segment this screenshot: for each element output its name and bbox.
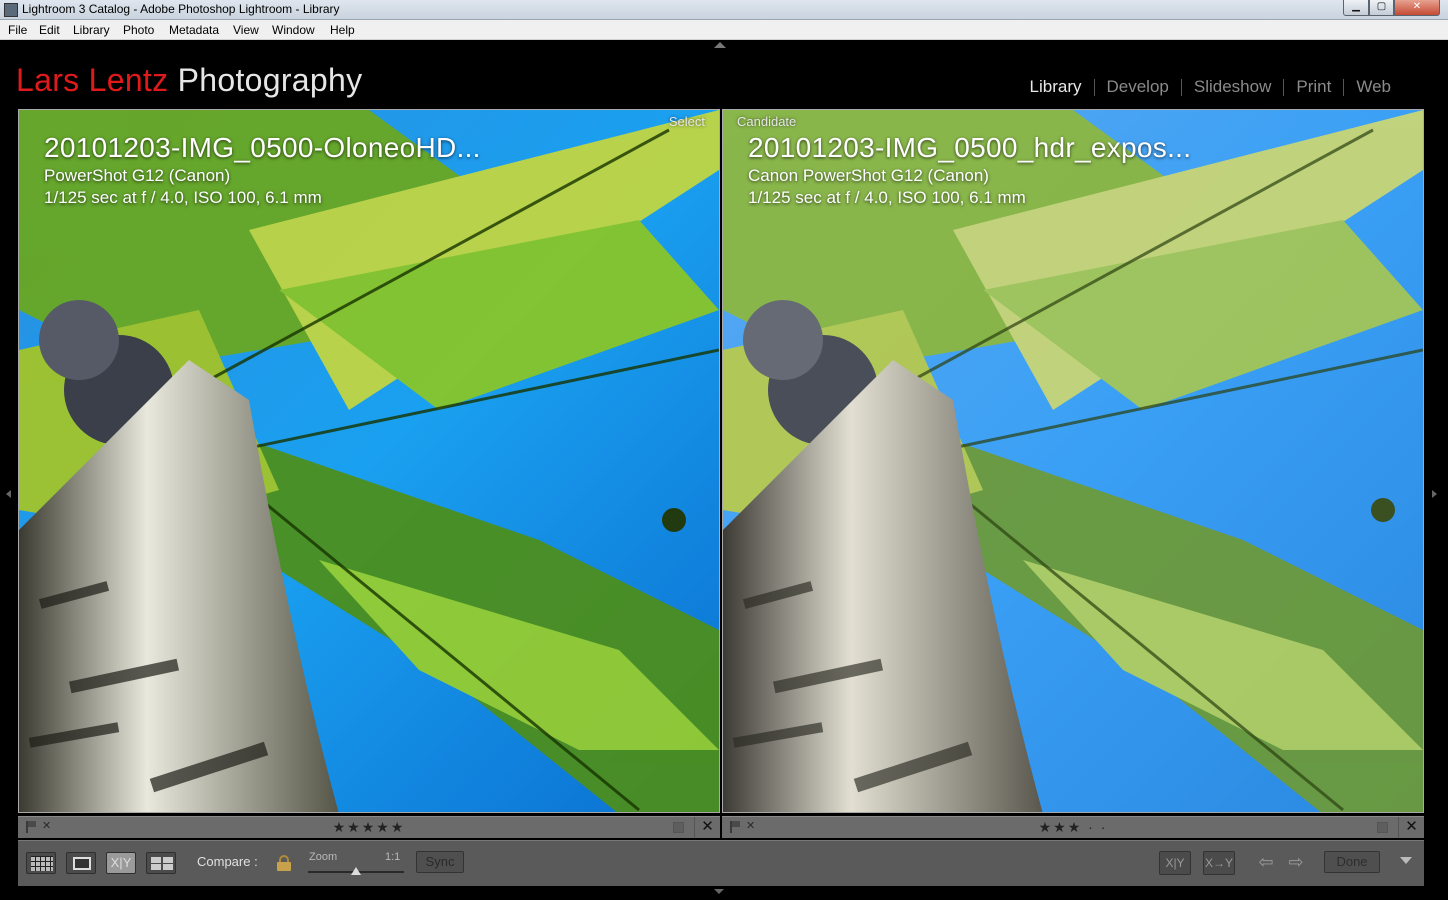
zoom-slider-thumb[interactable] [351,867,361,875]
close-window-button[interactable]: ✕ [1394,0,1440,16]
candidate-exposure: 1/125 sec at f / 4.0, ISO 100, 6.1 mm [748,188,1026,207]
identity-subtitle: Photography [177,62,363,98]
module-slideshow[interactable]: Slideshow [1182,77,1284,97]
right-panel-toggle-icon[interactable] [1432,490,1437,498]
menu-edit[interactable]: Edit [39,23,60,37]
lock-body [277,862,291,871]
identity-name: Lars Lentz [16,62,169,98]
loupe-view-button[interactable] [66,852,96,874]
candidate-photo-info: 20101203-IMG_0500_hdr_expos... Canon Pow… [748,132,1191,208]
make-select-button[interactable]: X→Y [1203,851,1235,875]
previous-photo-arrow-icon[interactable]: ⇦ [1255,853,1277,873]
left-panel-toggle-icon[interactable] [6,490,11,498]
module-print[interactable]: Print [1284,77,1343,97]
next-photo-arrow-icon[interactable]: ⇨ [1285,853,1307,873]
module-web[interactable]: Web [1344,77,1403,97]
lightroom-app-icon[interactable] [4,3,18,17]
grid-view-button[interactable] [26,852,56,874]
menu-file[interactable]: File [8,23,27,37]
candidate-tag: Candidate [737,114,797,129]
menu-photo[interactable]: Photo [123,23,154,37]
compare-xy-icon: X|Y [110,855,132,870]
menu-bar: File Edit Library Photo Metadata View Wi… [0,20,1448,40]
toolbar-menu-chevron-icon[interactable] [1400,857,1412,864]
select-photo-panel[interactable]: Select 20101203-IMG_0500-OloneoHD... Pow… [18,109,720,813]
menu-view[interactable]: View [233,23,259,37]
window-title-bar: Lightroom 3 Catalog - Adobe Photoshop Li… [0,0,1448,20]
zoom-label: Zoom [309,851,338,863]
loupe-icon [73,857,91,870]
swap-button[interactable]: X|Y [1159,851,1191,875]
done-button[interactable]: Done [1324,851,1380,873]
maximize-button[interactable]: ▢ [1369,0,1394,16]
candidate-camera: Canon PowerShot G12 (Canon) [748,166,989,185]
module-picker: Library Develop Slideshow Print Web [1018,77,1403,97]
sync-button[interactable]: Sync [416,851,464,873]
grid-icon [31,856,53,871]
candidate-star-rating[interactable]: ★★★ · · [722,819,1424,836]
minimize-button[interactable]: ▁ [1343,0,1369,16]
close-candidate-button[interactable]: ✕ [1398,817,1424,838]
module-library[interactable]: Library [1018,77,1094,97]
compare-view-button[interactable]: X|Y [106,852,136,874]
select-rating-bar: ✕ ★★★★★ ✕ [18,816,720,838]
window-title: Lightroom 3 Catalog - Adobe Photoshop Li… [22,2,340,16]
candidate-rating-bar: ✕ ★★★ · · ✕ [722,816,1424,838]
select-tag: Select [668,114,705,129]
select-camera: PowerShot G12 (Canon) [44,166,231,185]
identity-plate: Lars Lentz Photography [16,62,362,99]
menu-help[interactable]: Help [330,23,355,37]
zoom-value: 1:1 [385,851,401,863]
module-develop[interactable]: Develop [1095,77,1181,97]
bottom-toolbar: X|Y Compare : Zoom 1:1 Sync X|Y X→Y ⇦ ⇨ … [18,840,1424,886]
compare-label: Compare : [197,854,258,869]
candidate-photo [723,110,1423,812]
select-photo-info: 20101203-IMG_0500-OloneoHD... PowerShot … [44,132,481,208]
color-label-swatch[interactable] [673,822,684,833]
close-select-button[interactable]: ✕ [694,817,720,838]
select-filename: 20101203-IMG_0500-OloneoHD... [44,132,481,163]
survey-view-button[interactable] [146,852,176,874]
lock-icon[interactable] [277,855,291,871]
candidate-photo-panel[interactable]: Candidate 20101203-IMG_0500_hdr_expos...… [722,109,1424,813]
select-star-rating[interactable]: ★★★★★ [18,819,720,836]
candidate-filename: 20101203-IMG_0500_hdr_expos... [748,132,1192,163]
color-label-swatch[interactable] [1377,822,1388,833]
menu-library[interactable]: Library [73,23,110,37]
select-photo [19,110,719,812]
top-panel-toggle-icon[interactable] [714,42,726,48]
menu-window[interactable]: Window [272,23,315,37]
survey-icon [151,857,173,870]
filmstrip-toggle-icon[interactable] [714,889,724,894]
menu-metadata[interactable]: Metadata [169,23,219,37]
select-exposure: 1/125 sec at f / 4.0, ISO 100, 6.1 mm [44,188,322,207]
